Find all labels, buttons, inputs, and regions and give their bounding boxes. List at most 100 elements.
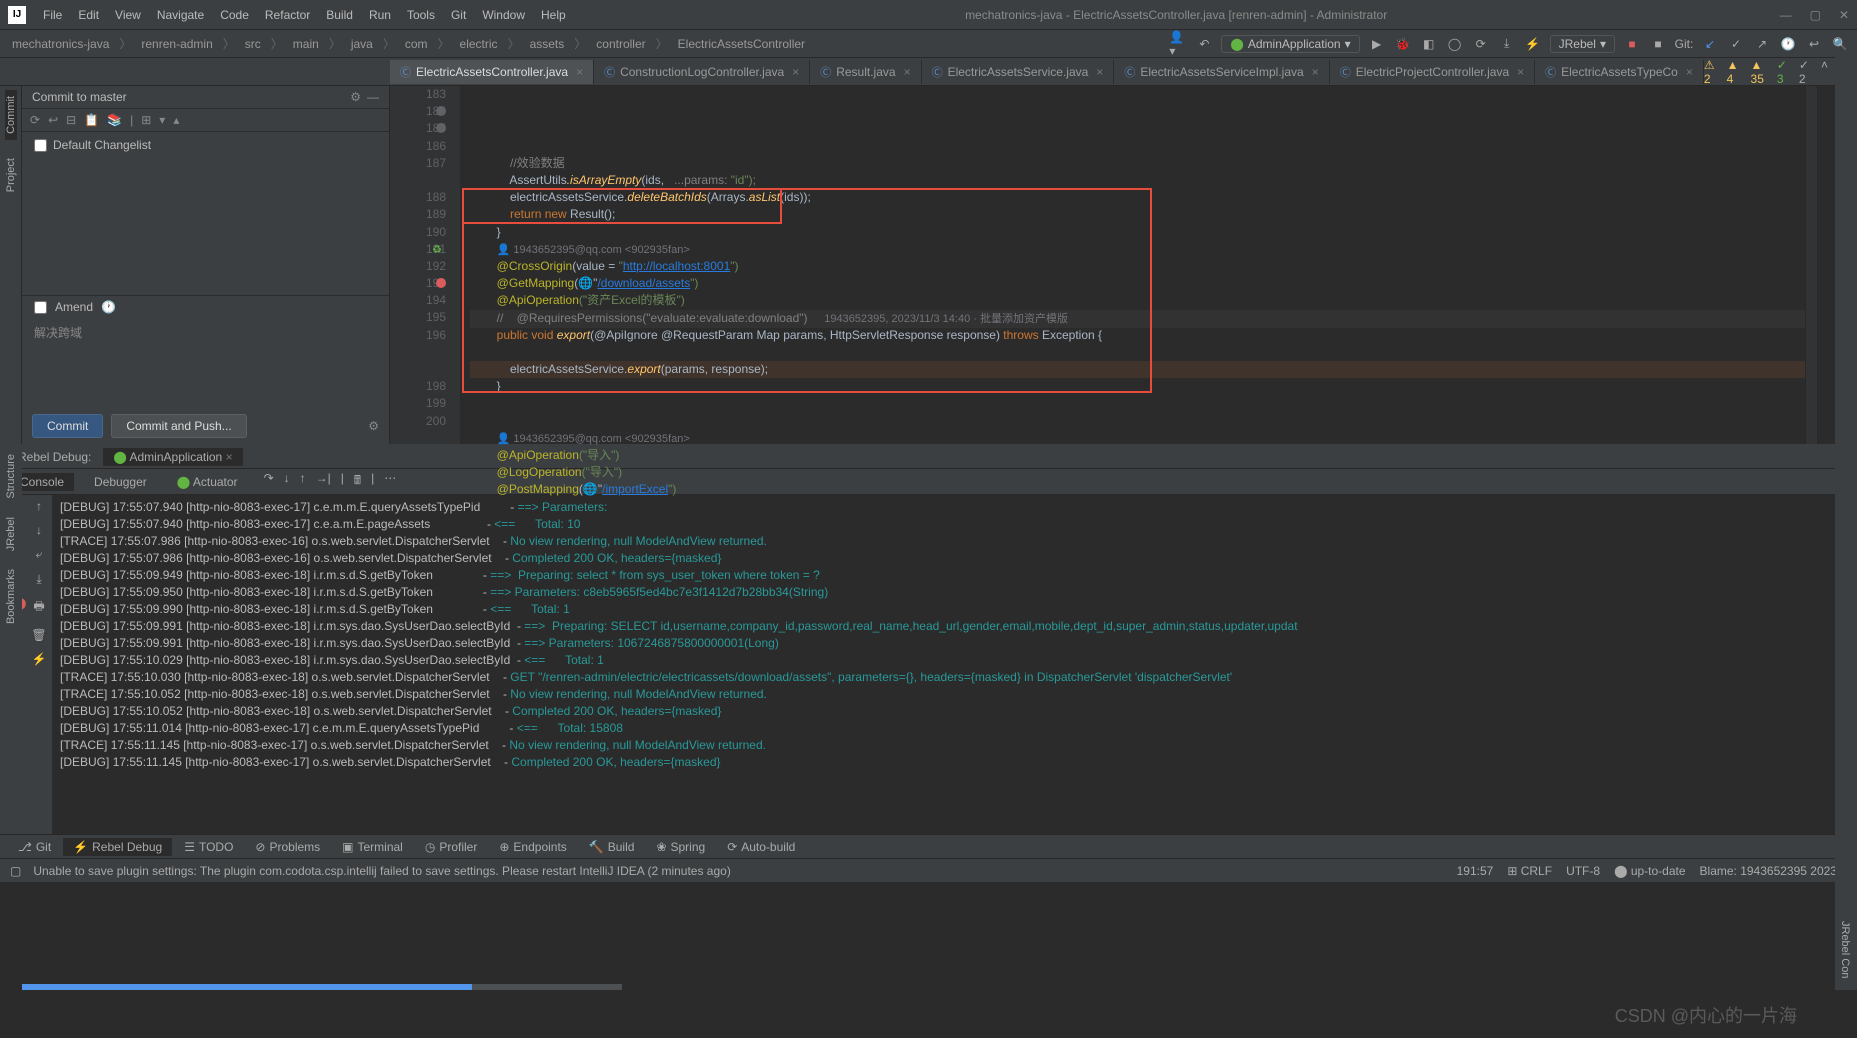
filter-icon[interactable]: ⚡ bbox=[32, 652, 47, 666]
error-stripe[interactable] bbox=[1805, 86, 1817, 444]
evaluate-icon[interactable]: 🖩 bbox=[354, 471, 361, 492]
file-encoding[interactable]: UTF-8 bbox=[1566, 864, 1600, 878]
tool-todo[interactable]: ☰TODO bbox=[174, 838, 243, 856]
maximize-button[interactable]: ▢ bbox=[1810, 8, 1821, 22]
history-icon[interactable]: 🕐 bbox=[101, 300, 116, 314]
tool-terminal[interactable]: ▣Terminal bbox=[332, 838, 413, 856]
up-icon[interactable]: ↑ bbox=[36, 499, 42, 513]
gear-icon[interactable]: ⚙ bbox=[350, 90, 361, 104]
jrebel-console-tab[interactable]: JRebel Con bbox=[1835, 915, 1855, 984]
bookmarks-tool-tab[interactable]: Bookmarks bbox=[5, 565, 17, 628]
breadcrumb-item[interactable]: assets bbox=[526, 36, 569, 52]
project-tool-tab[interactable]: Project bbox=[5, 152, 17, 198]
attach-button[interactable]: ⤓ bbox=[1498, 35, 1516, 53]
code-editor[interactable]: 183184185186187188189190191♻192193194195… bbox=[390, 86, 1857, 444]
menu-help[interactable]: Help bbox=[534, 6, 573, 24]
changelist-checkbox[interactable] bbox=[34, 139, 47, 152]
commit-message-input[interactable]: 解决跨域 bbox=[22, 318, 389, 408]
tool-rebel-debug[interactable]: ⚡Rebel Debug bbox=[63, 838, 172, 856]
tool-problems[interactable]: ⊘Problems bbox=[245, 838, 330, 856]
menu-git[interactable]: Git bbox=[444, 6, 473, 24]
tool-profiler[interactable]: ◷Profiler bbox=[415, 838, 488, 856]
changelist-tree[interactable]: Default Changelist bbox=[22, 132, 389, 295]
wrap-icon[interactable]: ⤶ bbox=[36, 547, 43, 562]
git-history-button[interactable]: 🕐 bbox=[1779, 35, 1797, 53]
git-update-button[interactable]: ↙ bbox=[1701, 35, 1719, 53]
changelist-icon[interactable]: 📋 bbox=[84, 113, 99, 127]
editor-tab[interactable]: ⒸElectricAssetsController.java× bbox=[390, 60, 594, 84]
search-everywhere-button[interactable]: 🔍 bbox=[1831, 35, 1849, 53]
menu-tools[interactable]: Tools bbox=[400, 6, 442, 24]
jrebel-icon[interactable]: ⚡ bbox=[1524, 35, 1542, 53]
debugger-tab[interactable]: Debugger bbox=[84, 473, 157, 491]
commit-push-button[interactable]: Commit and Push... bbox=[111, 414, 246, 438]
clear-icon[interactable]: 🗑 bbox=[31, 628, 46, 642]
expand-icon[interactable]: ▾ bbox=[159, 113, 165, 127]
git-blame[interactable]: Blame: 1943652395 2023/1 bbox=[1700, 864, 1847, 878]
editor-tab[interactable]: ⒸResult.java× bbox=[810, 60, 921, 84]
scrollbar[interactable] bbox=[22, 984, 622, 990]
editor-tab[interactable]: ⒸElectricAssetsService.java× bbox=[922, 60, 1115, 84]
hide-icon[interactable]: — bbox=[367, 90, 379, 104]
git-rollback-button[interactable]: ↩ bbox=[1805, 35, 1823, 53]
step-out-icon[interactable]: ↑ bbox=[300, 471, 306, 492]
gutter[interactable]: 183184185186187188189190191♻192193194195… bbox=[390, 86, 460, 444]
stop-all-button[interactable]: ■ bbox=[1649, 35, 1667, 53]
step-over-icon[interactable]: ↷ bbox=[264, 471, 274, 492]
breadcrumb-item[interactable]: mechatronics-java bbox=[8, 36, 113, 52]
breadcrumb-item[interactable]: com bbox=[401, 36, 432, 52]
run-config-selector[interactable]: ⬤AdminApplication▾ bbox=[1221, 35, 1359, 53]
commit-gear-icon[interactable]: ⚙ bbox=[368, 419, 379, 433]
group-icon[interactable]: ⊞ bbox=[141, 113, 151, 127]
coverage-button[interactable]: ◧ bbox=[1420, 35, 1438, 53]
structure-tool-tab[interactable]: Structure bbox=[5, 450, 17, 503]
status-icon[interactable]: ▢ bbox=[10, 864, 21, 878]
run-button[interactable]: ▶ bbox=[1368, 35, 1386, 53]
git-status[interactable]: ⬤ up-to-date bbox=[1614, 864, 1685, 878]
editor-tab[interactable]: ⒸElectricAssetsTypeCo× bbox=[1535, 60, 1704, 84]
close-button[interactable]: ✕ bbox=[1839, 8, 1849, 22]
menu-file[interactable]: File bbox=[36, 6, 69, 24]
profile-button[interactable]: ◯ bbox=[1446, 35, 1464, 53]
commit-button[interactable]: Commit bbox=[32, 414, 103, 438]
tool-endpoints[interactable]: ⊕Endpoints bbox=[489, 838, 576, 856]
caret-position[interactable]: 191:57 bbox=[1457, 864, 1494, 878]
breadcrumb-item[interactable]: controller bbox=[592, 36, 649, 52]
minimize-button[interactable]: — bbox=[1780, 8, 1792, 22]
line-separator[interactable]: ⊞ CRLF bbox=[1507, 864, 1552, 878]
menu-navigate[interactable]: Navigate bbox=[150, 6, 211, 24]
back-icon[interactable]: ↶ bbox=[1195, 35, 1213, 53]
debug-button[interactable]: 🐞 bbox=[1394, 35, 1412, 53]
debug-session-tab[interactable]: ⬤ AdminApplication × bbox=[103, 448, 242, 466]
menu-edit[interactable]: Edit bbox=[71, 6, 106, 24]
git-push-button[interactable]: ↗ bbox=[1753, 35, 1771, 53]
menu-code[interactable]: Code bbox=[213, 6, 256, 24]
jrebel-selector[interactable]: JRebel▾ bbox=[1550, 35, 1615, 53]
menu-run[interactable]: Run bbox=[362, 6, 398, 24]
diff-icon[interactable]: ⊟ bbox=[66, 113, 76, 127]
menu-refactor[interactable]: Refactor bbox=[258, 6, 317, 24]
actuator-tab[interactable]: ⬤ Actuator bbox=[167, 473, 248, 491]
editor-tab[interactable]: ⒸElectricProjectController.java× bbox=[1330, 60, 1535, 84]
breadcrumb-item[interactable]: main bbox=[289, 36, 323, 52]
menu-window[interactable]: Window bbox=[475, 6, 532, 24]
amend-checkbox[interactable] bbox=[34, 301, 47, 314]
breadcrumb-item[interactable]: ElectricAssetsController bbox=[674, 36, 809, 52]
scroll-icon[interactable]: ⤓ bbox=[36, 572, 41, 587]
breadcrumb-item[interactable]: renren-admin bbox=[137, 36, 216, 52]
run-anything-button[interactable]: ⟳ bbox=[1472, 35, 1490, 53]
step-into-icon[interactable]: ↓ bbox=[284, 471, 290, 492]
settings-icon[interactable]: ⋯ bbox=[384, 471, 396, 492]
breadcrumb-item[interactable]: java bbox=[347, 36, 377, 52]
code-area[interactable]: //效验数据 AssertUtils.isArrayEmpty(ids, ...… bbox=[460, 86, 1805, 444]
tool-build[interactable]: 🔨Build bbox=[579, 838, 645, 856]
editor-tab[interactable]: ⒸElectricAssetsServiceImpl.java× bbox=[1114, 60, 1329, 84]
editor-tab[interactable]: ⒸConstructionLogController.java× bbox=[594, 60, 810, 84]
jrebel-tool-tab[interactable]: JRebel bbox=[5, 513, 17, 555]
breadcrumb-item[interactable]: src bbox=[241, 36, 265, 52]
git-commit-button[interactable]: ✓ bbox=[1727, 35, 1745, 53]
menu-build[interactable]: Build bbox=[319, 6, 360, 24]
user-icon[interactable]: 👤▾ bbox=[1169, 35, 1187, 53]
down-icon[interactable]: ↓ bbox=[36, 523, 42, 537]
rollback-icon[interactable]: ↩ bbox=[48, 113, 58, 127]
